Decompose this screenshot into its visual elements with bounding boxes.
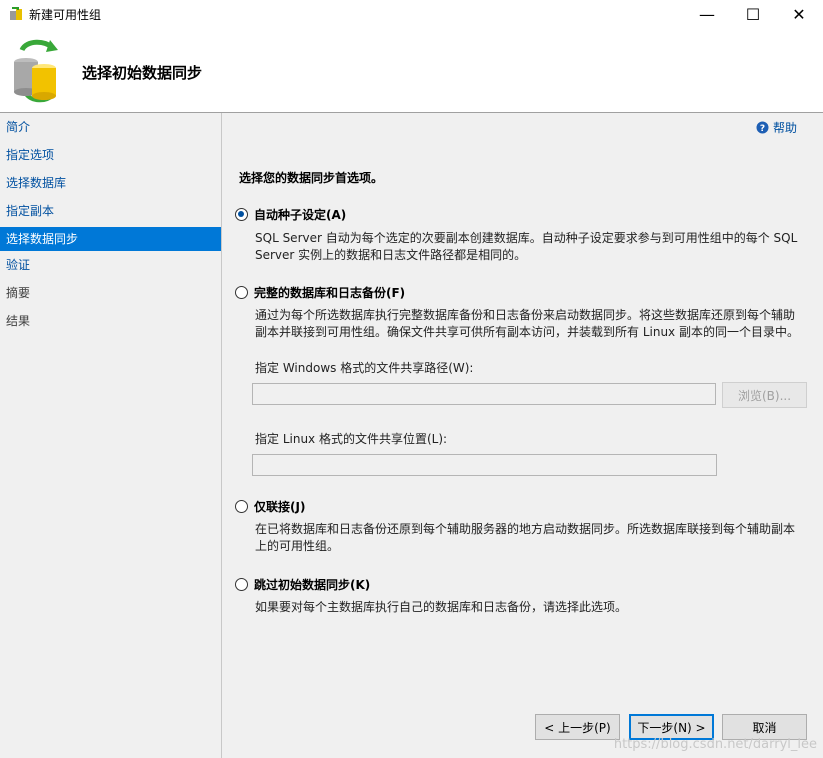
nav-item-intro[interactable]: 简介	[0, 113, 221, 141]
nav-item-summary: 摘要	[6, 286, 31, 300]
close-button[interactable]: ✕	[776, 0, 822, 28]
svg-text:?: ?	[760, 124, 765, 134]
database-sync-icon	[14, 39, 58, 103]
previous-button[interactable]: < 上一步(P)	[535, 714, 620, 740]
windows-share-input[interactable]	[252, 383, 716, 405]
intro-text: 选择您的数据同步首选项。	[239, 171, 384, 185]
full-backup-description: 通过为每个所选数据库执行完整数据库备份和日志备份来启动数据同步。将这些数据库还原…	[255, 308, 799, 339]
radio-full-backup[interactable]: 完整的数据库和日志备份(F)	[235, 284, 405, 301]
radio-indicator[interactable]	[235, 286, 248, 299]
radio-label[interactable]: 自动种子设定(A)	[254, 206, 346, 223]
browse-button[interactable]: 浏览(B)...	[722, 382, 807, 408]
nav-item-specify-replicas[interactable]: 指定副本	[0, 197, 221, 225]
radio-join-only[interactable]: 仅联接(J)	[235, 498, 305, 515]
nav-item-results: 结果	[6, 314, 31, 328]
app-icon	[10, 7, 22, 20]
maximize-button[interactable]: ☐	[730, 0, 776, 28]
wizard-header: 选择初始数据同步	[0, 28, 823, 113]
radio-indicator[interactable]	[235, 500, 248, 513]
radio-label[interactable]: 仅联接(J)	[254, 498, 305, 515]
radio-auto-seeding[interactable]: 自动种子设定(A)	[235, 206, 346, 223]
watermark: https://blog.csdn.net/darryl_lee	[613, 737, 817, 752]
page-title: 选择初始数据同步	[82, 64, 203, 82]
minimize-button[interactable]: —	[684, 0, 730, 28]
join-only-description: 在已将数据库和日志备份还原到每个辅助服务器的地方启动数据同步。所选数据库联接到每…	[255, 522, 796, 553]
linux-share-input[interactable]	[252, 454, 717, 476]
main-panel: ? 帮助 选择您的数据同步首选项。 自动种子设定(A) SQL Server 自…	[222, 113, 823, 758]
radio-indicator[interactable]	[235, 578, 248, 591]
radio-label[interactable]: 完整的数据库和日志备份(F)	[254, 284, 405, 301]
nav-item-select-data-sync[interactable]: 选择数据同步	[0, 227, 221, 251]
radio-label[interactable]: 跳过初始数据同步(K)	[254, 576, 370, 593]
skip-sync-description: 如果要对每个主数据库执行自己的数据库和日志备份，请选择此选项。	[255, 600, 628, 614]
wizard-nav: 简介 指定选项 选择数据库 指定副本 选择数据同步 验证 摘要 结果	[0, 113, 222, 758]
help-label[interactable]: 帮助	[773, 119, 797, 136]
help-icon: ?	[756, 121, 769, 134]
help-link[interactable]: ? 帮助	[756, 119, 797, 136]
auto-seeding-description: SQL Server 自动为每个选定的次要副本创建数据库。自动种子设定要求参与到…	[255, 231, 798, 262]
nav-item-validation[interactable]: 验证	[0, 251, 221, 279]
window-title: 新建可用性组	[29, 8, 102, 22]
window-titlebar: 新建可用性组 — ☐ ✕	[0, 0, 823, 28]
nav-item-select-databases[interactable]: 选择数据库	[0, 169, 221, 197]
nav-item-specify-options[interactable]: 指定选项	[0, 141, 221, 169]
radio-indicator[interactable]	[235, 208, 248, 221]
windows-share-label: 指定 Windows 格式的文件共享路径(W):	[255, 361, 474, 375]
radio-skip-sync[interactable]: 跳过初始数据同步(K)	[235, 576, 370, 593]
linux-share-label: 指定 Linux 格式的文件共享位置(L):	[255, 432, 448, 446]
